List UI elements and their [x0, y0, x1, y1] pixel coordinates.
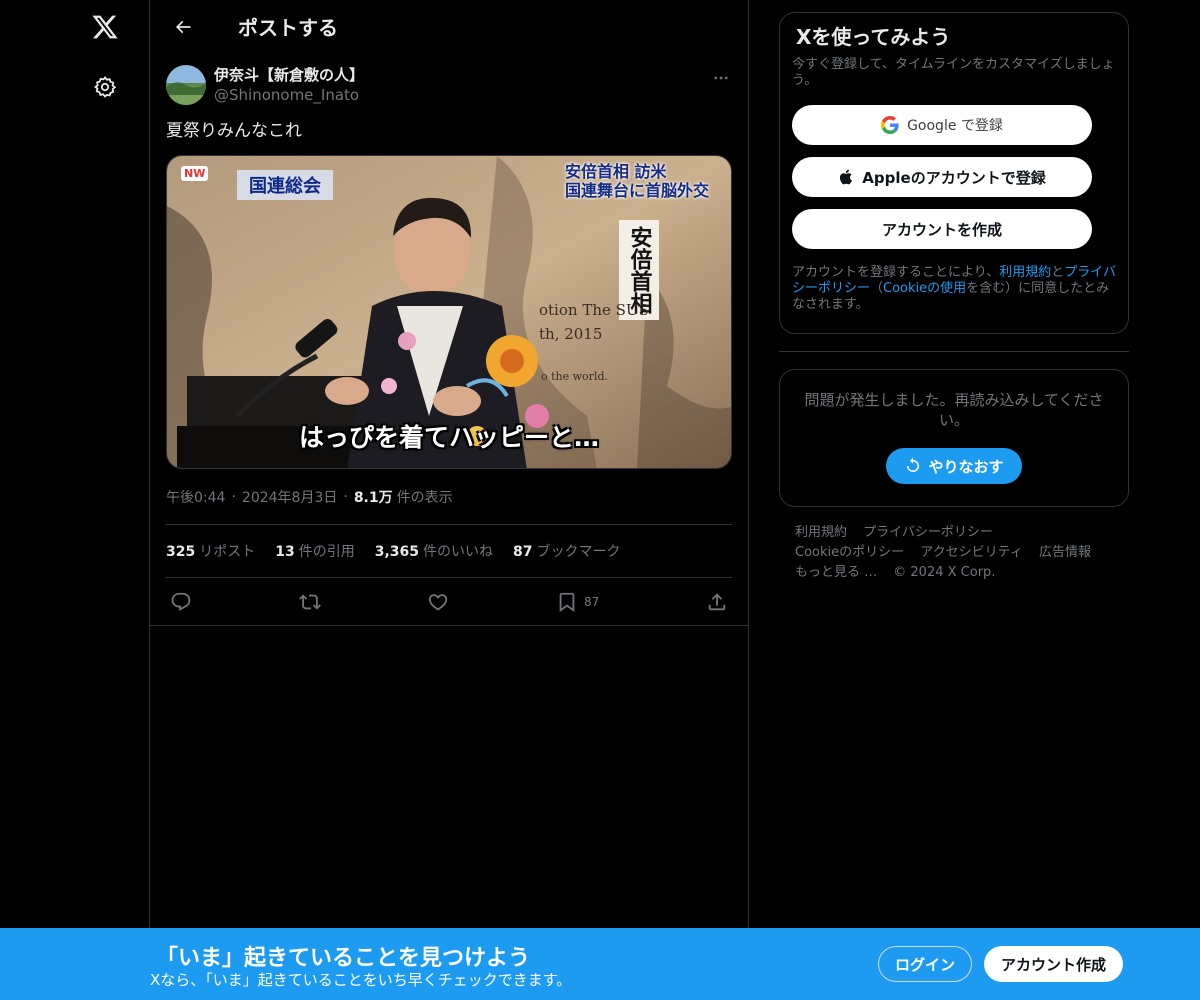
reposts-label: リポスト	[199, 544, 256, 560]
create-account-label: アカウントを作成	[881, 220, 1002, 239]
reply-button[interactable]	[170, 591, 192, 613]
signup-button[interactable]: アカウント作成	[984, 946, 1123, 982]
footer-privacy-link[interactable]: プライバシーポリシー	[863, 525, 993, 540]
author-name[interactable]: 伊奈斗【新倉敷の人】	[214, 65, 364, 85]
media-bg-line1: otion The SUS	[539, 301, 649, 319]
media-bg-line2: th, 2015	[539, 325, 603, 343]
media-background-text: otion The SUS th, 2015	[539, 298, 649, 346]
footer-accessibility-link[interactable]: アクセシビリティ	[920, 545, 1023, 560]
author-handle[interactable]: @Shinonome_Inato	[214, 85, 364, 105]
author-row: 伊奈斗【新倉敷の人】 @Shinonome_Inato	[166, 53, 732, 117]
error-message: 問題が発生しました。再読み込みしてください。	[804, 391, 1104, 429]
terms-link[interactable]: 利用規約	[999, 265, 1051, 280]
footer-copyright: © 2024 X Corp.	[893, 565, 996, 580]
gear-icon[interactable]	[84, 66, 126, 108]
post-text: 夏祭りみんなこれ	[166, 121, 302, 141]
more-options-icon[interactable]	[710, 67, 732, 89]
banner-subtitle: Xなら、「いま」起きていることをいち早くチェックできます。	[150, 971, 572, 989]
banner-title: 「いま」起きていることを見つけよう	[156, 946, 531, 971]
heart-icon	[429, 593, 448, 610]
avatar[interactable]	[166, 65, 206, 105]
refresh-icon	[907, 457, 920, 472]
media-bg-line3: o the world.	[541, 370, 608, 383]
reply-icon	[171, 592, 191, 611]
post-date[interactable]: 2024年8月3日	[242, 487, 337, 507]
bookmarks-count: 87	[513, 544, 533, 560]
likes-count: 3,365	[374, 544, 420, 560]
reposts-count: 325	[166, 544, 196, 560]
legal-text: アカウントを登録することにより、利用規約とプライバシーポリシー（Cookieの使…	[792, 265, 1116, 313]
share-button[interactable]	[706, 591, 728, 613]
media-badge: 国連総会	[237, 170, 333, 200]
footer-terms-link[interactable]: 利用規約	[795, 525, 847, 540]
media-headline-line2: 国連舞台に首脳外交	[564, 181, 709, 200]
footer-more-link[interactable]: もっと見る …	[795, 565, 877, 580]
divider	[779, 351, 1129, 352]
quotes-stat[interactable]: 13 件の引用	[275, 541, 354, 561]
right-sidebar: Xを使ってみよう 今すぐ登録して、タイムラインをカスタマイズしましょう。 Goo…	[779, 0, 1129, 583]
footer-links: 利用規約 プライバシーポリシー Cookieのポリシー アクセシビリティ 広告情…	[779, 523, 1129, 583]
like-button[interactable]	[427, 591, 449, 613]
main-column: ポストする 伊奈斗【新倉敷の人】 @Shinonome_Inato 夏祭りみんな…	[149, 0, 749, 1000]
meta-separator: ·	[343, 488, 348, 505]
media-logo: NW	[181, 166, 209, 181]
retry-button[interactable]: やりなおす	[886, 448, 1022, 484]
apple-icon	[840, 169, 853, 185]
google-icon	[881, 116, 899, 134]
media-caption: はっぴを着てハッピーと…	[298, 423, 599, 452]
bookmark-count: 87	[584, 594, 600, 609]
bookmark-button[interactable]: 87	[556, 591, 599, 613]
apple-signup-button[interactable]: Appleのアカウントで登録	[792, 157, 1092, 197]
post: 伊奈斗【新倉敷の人】 @Shinonome_Inato 夏祭りみんなこれ NW …	[150, 53, 748, 626]
create-account-button[interactable]: アカウントを作成	[792, 209, 1092, 249]
media-headline: 安倍首相 訪米 国連舞台に首脳外交	[565, 162, 709, 200]
media-headline-line1: 安倍首相 訪米	[564, 162, 667, 181]
page-header: ポストする	[150, 0, 748, 53]
signup-subtitle: 今すぐ登録して、タイムラインをカスタマイズしましょう。	[792, 57, 1115, 88]
post-stats: 325 リポスト 13 件の引用 3,365 件のいいね 87 ブックマーク	[166, 525, 732, 578]
share-icon	[708, 592, 726, 610]
reposts-stat[interactable]: 325 リポスト	[166, 541, 255, 561]
bookmarks-label: ブックマーク	[536, 544, 621, 560]
quotes-count: 13	[275, 544, 295, 560]
likes-label: 件のいいね	[423, 544, 494, 560]
google-signup-label: Google で登録	[907, 118, 1003, 134]
post-actions: 87	[150, 578, 748, 626]
likes-stat[interactable]: 3,365 件のいいね	[375, 541, 493, 561]
bottom-banner: 「いま」起きていることを見つけよう Xなら、「いま」起きていることをいち早くチェ…	[0, 928, 1200, 1000]
back-arrow-icon[interactable]	[166, 10, 200, 44]
bookmarks-stat[interactable]: 87 ブックマーク	[513, 541, 620, 561]
google-signup-button[interactable]: Google で登録	[792, 105, 1092, 145]
apple-signup-label: Appleのアカウントで登録	[862, 168, 1046, 187]
signup-title: Xを使ってみよう	[796, 25, 951, 49]
legal-and: と	[1051, 265, 1065, 280]
cookie-link[interactable]: Cookieの使用	[883, 281, 966, 296]
repost-icon	[298, 594, 321, 609]
post-media[interactable]: NW 国連総会 安倍首相 訪米 国連舞台に首脳外交 安倍首相 otion The…	[166, 155, 732, 469]
footer-ads-link[interactable]: 広告情報	[1039, 545, 1091, 560]
post-meta: 午後0:44 · 2024年8月3日 · 8.1万 件の表示	[166, 469, 732, 525]
views-count: 8.1万	[353, 489, 393, 506]
left-nav	[0, 0, 150, 1000]
quotes-label: 件の引用	[298, 544, 355, 560]
x-logo-icon[interactable]	[84, 6, 126, 48]
signup-card: Xを使ってみよう 今すぐ登録して、タイムラインをカスタマイズしましょう。 Goo…	[779, 12, 1129, 334]
bookmark-icon	[559, 592, 575, 612]
post-time[interactable]: 午後0:44	[166, 487, 225, 507]
footer-cookie-link[interactable]: Cookieのポリシー	[795, 545, 904, 560]
legal-pre: アカウントを登録することにより、	[792, 265, 1000, 280]
login-button[interactable]: ログイン	[878, 946, 972, 982]
legal-paren: （	[870, 281, 884, 296]
retry-label: やりなおす	[928, 457, 1004, 476]
error-card: 問題が発生しました。再読み込みしてください。 やりなおす	[779, 369, 1129, 507]
views-label: 件の表示	[396, 489, 453, 506]
page-title: ポストする	[238, 16, 338, 40]
meta-separator: ·	[231, 488, 236, 505]
repost-button[interactable]	[298, 591, 321, 613]
